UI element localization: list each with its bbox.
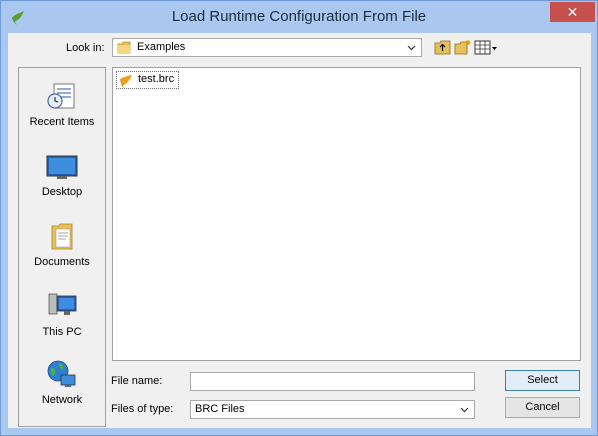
recent-items-icon [47, 83, 75, 109]
place-label: Desktop [41, 186, 83, 198]
folder-icon [117, 41, 131, 54]
place-recent-items[interactable]: Recent Items [19, 80, 105, 142]
place-label: Documents [34, 256, 90, 268]
documents-icon [51, 223, 73, 250]
network-icon [47, 360, 76, 387]
file-name-input[interactable] [190, 372, 475, 391]
chevron-down-icon[interactable] [405, 40, 418, 55]
file-item[interactable]: test.brc [116, 71, 179, 89]
look-in-label: Look in: [66, 42, 105, 54]
places-bar: Recent Items Desktop Documents This PC N… [18, 67, 106, 427]
place-label: This PC [42, 326, 82, 338]
dialog-window: Load Runtime Configuration From File ✕ L… [0, 0, 598, 436]
cancel-button[interactable]: Cancel [505, 397, 580, 418]
window-title: Load Runtime Configuration From File [171, 8, 427, 25]
file-list[interactable]: test.brc [112, 67, 581, 361]
file-name: test.brc [138, 73, 175, 85]
select-button[interactable]: Select [505, 370, 580, 391]
view-menu-icon[interactable] [474, 39, 498, 56]
file-type-combo[interactable]: BRC Files [190, 400, 475, 419]
look-in-value: Examples [137, 41, 186, 53]
close-button[interactable]: ✕ [550, 2, 595, 22]
place-network[interactable]: Network [19, 358, 105, 420]
chevron-down-icon[interactable] [458, 402, 471, 417]
up-one-level-icon[interactable] [434, 39, 452, 56]
place-documents[interactable]: Documents [19, 220, 105, 282]
look-in-combo[interactable]: Examples [112, 38, 422, 57]
computer-icon [48, 293, 77, 315]
file-name-label: File name: [111, 375, 163, 387]
place-desktop[interactable]: Desktop [19, 152, 105, 214]
file-type-value: BRC Files [195, 403, 245, 415]
file-type-label: Files of type: [111, 403, 174, 415]
title-bar[interactable]: Load Runtime Configuration From File ✕ [1, 1, 597, 33]
place-label: Recent Items [29, 116, 95, 128]
place-label: Network [41, 394, 83, 406]
brc-file-icon [120, 75, 132, 88]
desktop-icon [46, 155, 78, 179]
create-new-folder-icon[interactable] [454, 39, 472, 56]
place-this-pc[interactable]: This PC [19, 290, 105, 352]
dialog-body: Look in: Examples Recent Items Desktop D… [8, 33, 591, 428]
